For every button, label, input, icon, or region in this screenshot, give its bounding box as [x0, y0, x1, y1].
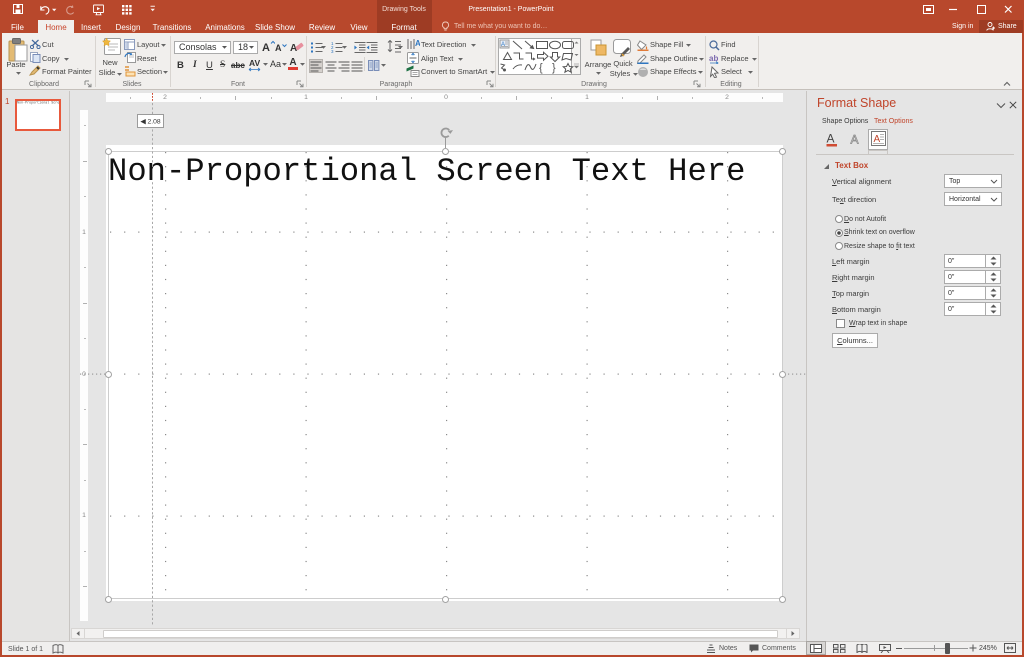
svg-text:A: A [827, 132, 835, 146]
svg-text:ab: ab [709, 54, 718, 63]
svg-text:A: A [501, 42, 505, 48]
svg-text:A: A [851, 133, 859, 147]
